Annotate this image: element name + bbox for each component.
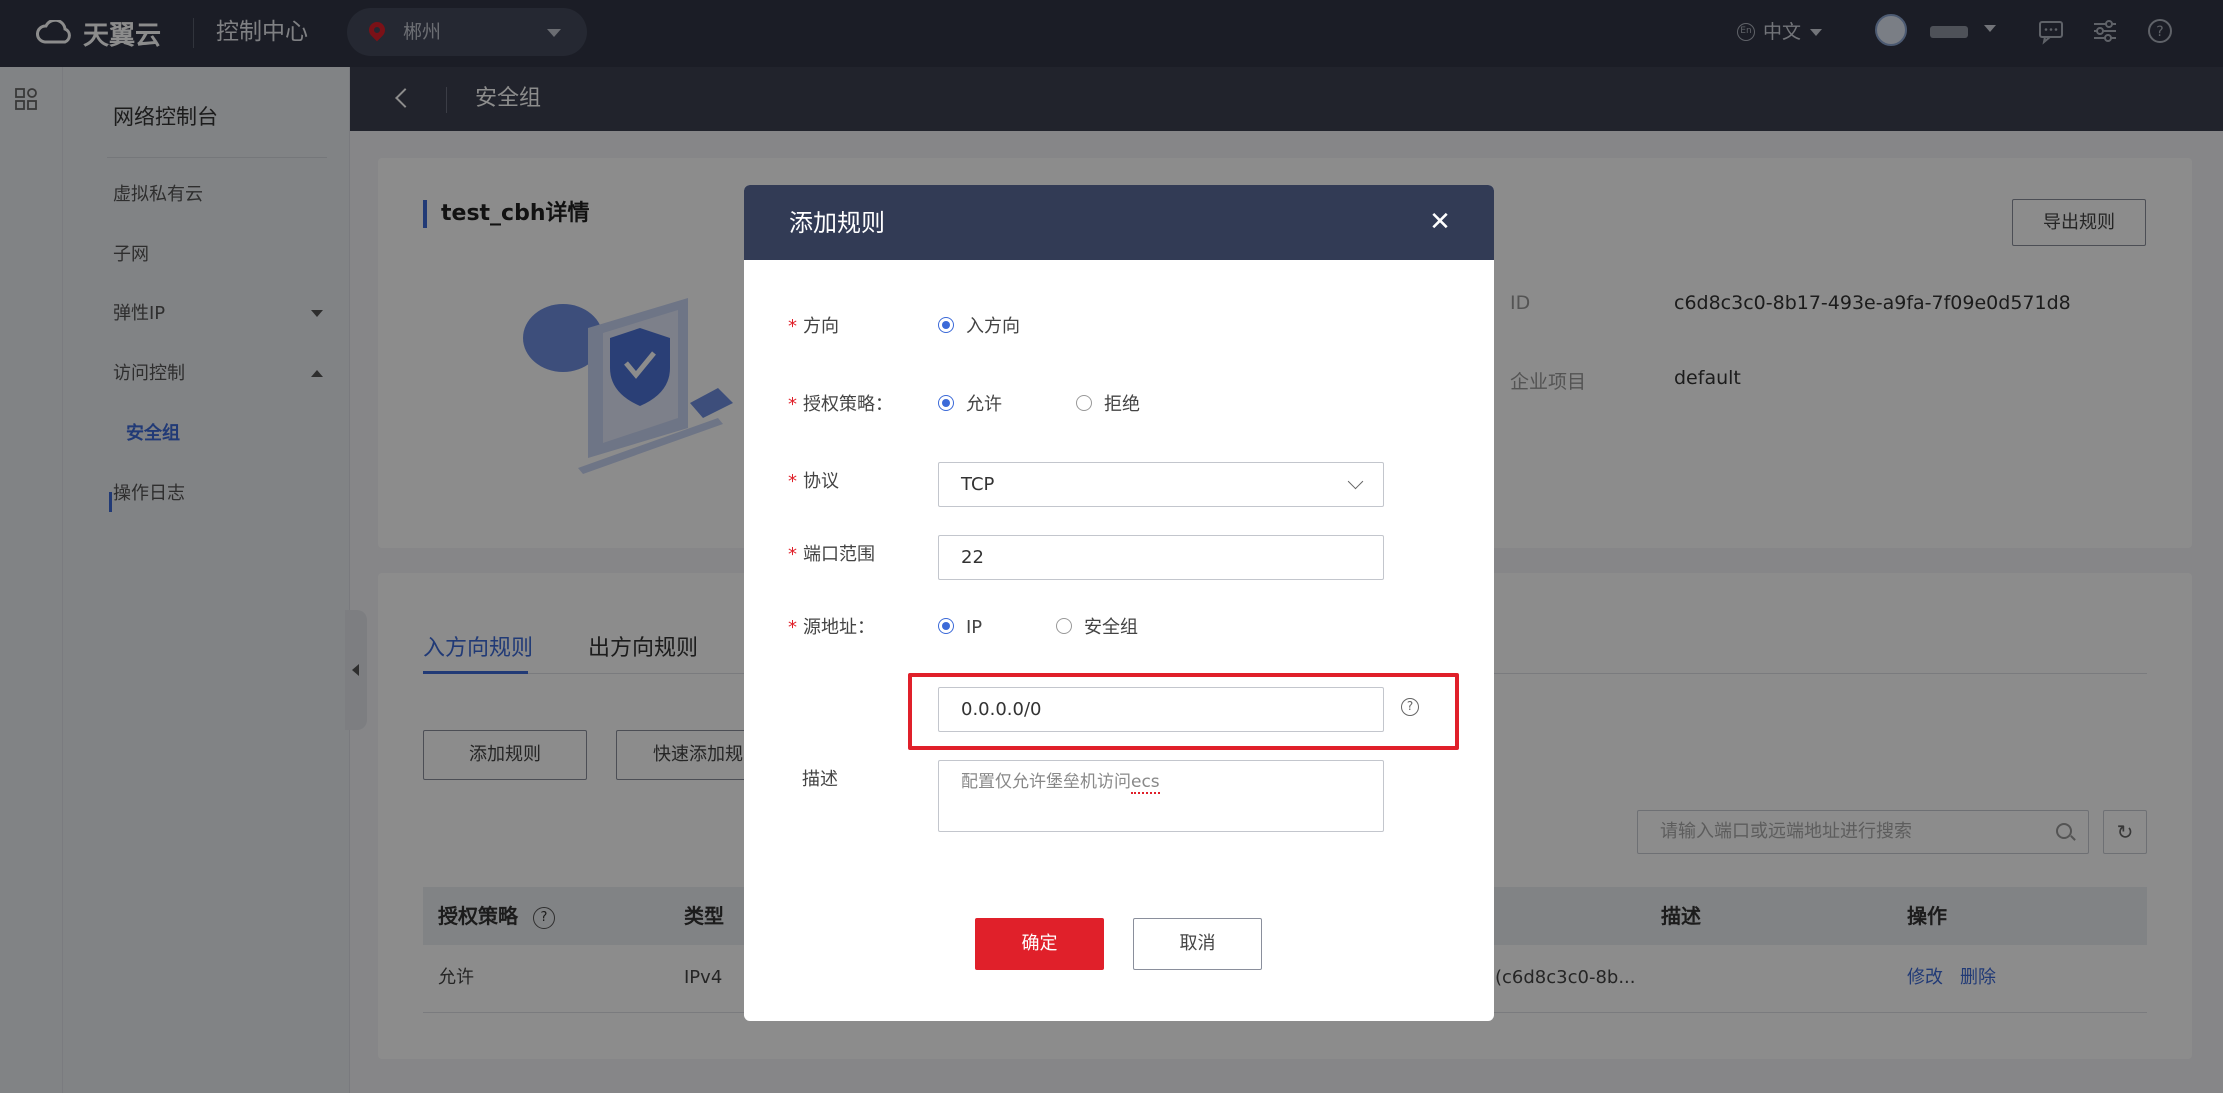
radio-label: 允许 (966, 394, 1002, 415)
radio-checked-icon (938, 618, 954, 634)
radio-label: 入方向 (966, 316, 1020, 337)
protocol-value: TCP (961, 474, 995, 495)
port-range-input[interactable]: 22 (938, 535, 1384, 580)
help-icon[interactable]: ? (1401, 698, 1419, 716)
policy-deny-radio[interactable]: 拒绝 (1076, 390, 1140, 420)
source-security-group-radio[interactable]: 安全组 (1056, 613, 1138, 643)
radio-label: 拒绝 (1104, 394, 1140, 415)
protocol-label: * 协议 (788, 471, 839, 492)
close-icon[interactable]: ✕ (1424, 207, 1456, 239)
source-ip-radio[interactable]: IP (938, 613, 982, 643)
radio-label: 安全组 (1084, 617, 1138, 638)
source-ip-input[interactable]: 0.0.0.0/0 (938, 687, 1384, 732)
description-text-misspelled: ecs (1131, 772, 1160, 794)
radio-unchecked-icon (1076, 395, 1092, 411)
direction-label: * 方向 (788, 316, 839, 337)
label-text: 方向 (803, 316, 839, 337)
protocol-select[interactable]: TCP (938, 462, 1384, 507)
dialog-title: 添加规则 (789, 209, 885, 237)
description-label: 描述 (802, 769, 838, 790)
policy-allow-radio[interactable]: 允许 (938, 390, 1002, 420)
description-text: 配置仅允许堡垒机访问 (961, 772, 1131, 792)
label-text: 源地址： (803, 617, 875, 638)
chevron-down-icon (1347, 473, 1364, 490)
confirm-button[interactable]: 确定 (975, 918, 1104, 970)
radio-unchecked-icon (1056, 618, 1072, 634)
label-text: 授权策略： (803, 394, 893, 415)
cancel-button[interactable]: 取消 (1133, 918, 1262, 970)
direction-inbound-radio[interactable]: 入方向 (938, 312, 1020, 342)
radio-label: IP (966, 617, 983, 638)
policy-label: * 授权策略： (788, 394, 893, 415)
radio-checked-icon (938, 317, 954, 333)
description-textarea[interactable]: 配置仅允许堡垒机访问ecs (938, 760, 1384, 832)
label-text: 端口范围 (803, 544, 875, 565)
dialog-header: 添加规则 ✕ (744, 185, 1494, 260)
radio-checked-icon (938, 395, 954, 411)
add-rule-dialog: 添加规则 ✕ * 方向 入方向 * 授权策略： 允许 拒绝 * 协议 TCP * 端口范… (744, 185, 1494, 1021)
label-text: 协议 (803, 471, 839, 492)
port-range-label: * 端口范围 (788, 544, 875, 565)
source-address-label: * 源地址： (788, 617, 875, 638)
